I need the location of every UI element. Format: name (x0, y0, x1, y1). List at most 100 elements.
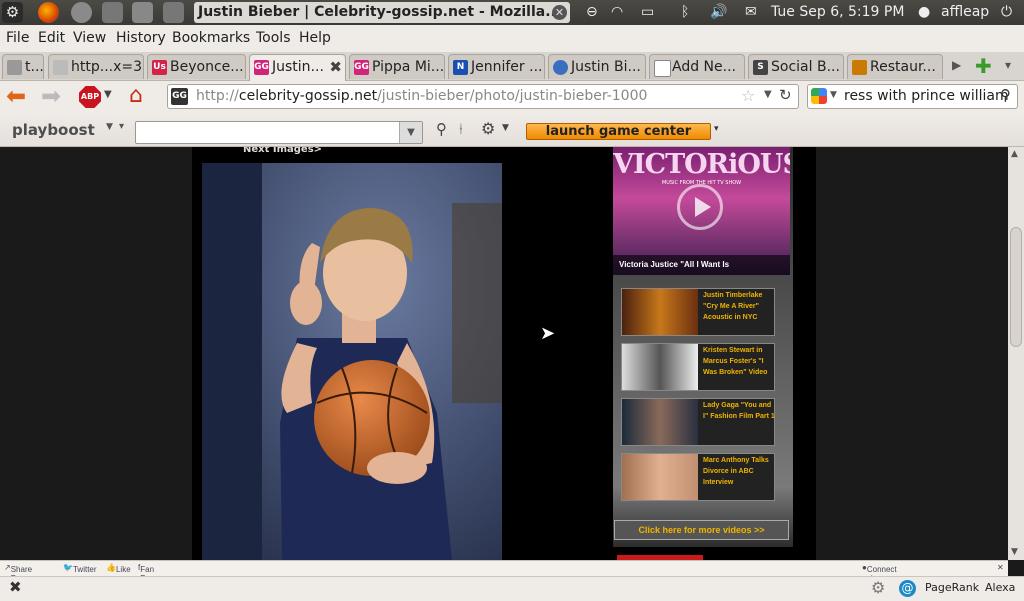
app-launcher-icon[interactable] (102, 2, 123, 23)
tab[interactable]: S Social B... (748, 54, 844, 79)
tab[interactable]: GG Pippa Mi... (349, 54, 445, 79)
adblock-icon[interactable]: ABP (79, 86, 101, 108)
firefox-launcher-icon[interactable] (38, 2, 59, 23)
tab[interactable]: Justin Bi... (548, 54, 646, 79)
twitter-link[interactable]: 🐦 Twitter (63, 563, 97, 574)
menu-file[interactable]: File (6, 30, 29, 46)
scrollbar-thumb[interactable] (1010, 227, 1022, 347)
search-engine-dropdown-icon[interactable]: ▼ (830, 90, 837, 100)
video-thumbnail (622, 454, 698, 500)
close-addon-bar-icon[interactable]: ✖ (9, 578, 22, 596)
site-identity-icon[interactable]: GG (171, 88, 188, 105)
menu-edit[interactable]: Edit (38, 30, 65, 46)
wifi-icon[interactable]: ◠ (611, 0, 623, 25)
bookmark-star-icon[interactable]: ☆ (741, 86, 755, 105)
launch-game-center-button[interactable]: launch game center (526, 123, 711, 140)
menu-bookmarks[interactable]: Bookmarks (172, 30, 250, 46)
search-input[interactable]: ress with prince william (844, 88, 1009, 104)
highlight-icon[interactable]: ⍿ (459, 120, 463, 138)
mouse-cursor-icon: ➤ (540, 323, 556, 344)
close-icon[interactable]: ✕ (552, 5, 567, 20)
new-tab-icon[interactable]: ✚ (975, 54, 992, 78)
url-history-dropdown-icon[interactable]: ▼ (764, 89, 772, 100)
bluetooth-icon[interactable]: ᛒ (681, 0, 689, 25)
close-tab-icon[interactable]: ✖ (329, 55, 342, 79)
gear-icon[interactable]: ⚙ (481, 119, 495, 138)
globe-icon (553, 60, 568, 75)
share-bar-close-icon[interactable]: ✕ (997, 563, 1004, 572)
tab-active[interactable]: GG Justin... ✖ (249, 54, 346, 81)
addon-gear-icon[interactable]: ⚙ (871, 578, 885, 597)
chevron-down-icon[interactable]: ▾ (714, 124, 719, 134)
next-images-link[interactable]: Next Images> (243, 147, 322, 155)
video-title[interactable]: Justin Timberlake "Cry Me A River" Acous… (703, 290, 775, 323)
address-bar[interactable]: GG http://celebrity-gossip.net/justin-bi… (167, 84, 799, 109)
tab[interactable]: t... (2, 54, 44, 79)
tab[interactable]: Restaur... (847, 54, 943, 79)
video-title[interactable]: Marc Anthony Talks Divorce in ABC Interv… (703, 455, 775, 488)
pagerank-label[interactable]: PageRank (925, 581, 979, 594)
celebrity-photo[interactable] (202, 163, 502, 560)
playboost-logo[interactable]: playboost (12, 121, 95, 139)
more-videos-button[interactable]: Click here for more videos >> (614, 520, 789, 540)
clock[interactable]: Tue Sep 6, 5:19 PM (771, 0, 904, 25)
text-editor-launcher-icon[interactable] (132, 2, 153, 23)
volume-icon[interactable]: 🔊 (710, 0, 727, 25)
search-dropdown-icon[interactable]: ▼ (399, 122, 422, 143)
search-icon[interactable]: ⚲ (436, 120, 447, 138)
video-list-item[interactable]: Kristen Stewart in Marcus Foster's "I Wa… (621, 343, 775, 391)
play-button-icon[interactable] (677, 184, 723, 230)
page-column: Next Images> ➤ VICTORiOUS MUSIC FROM THE… (192, 147, 816, 560)
video-list-item[interactable]: Lady Gaga "You and I" Fashion Film Part … (621, 398, 775, 446)
menu-help[interactable]: Help (299, 30, 331, 46)
settings-launcher-icon[interactable] (163, 2, 184, 23)
chevron-down-icon[interactable]: ▼ (106, 122, 113, 132)
share-page-link[interactable]: ↗ Share Page (4, 563, 32, 583)
scroll-up-arrow-icon[interactable]: ▲ (1011, 149, 1018, 159)
tab-bar: t... http...x=3 Us Beyonce... GG Justin...… (0, 52, 1024, 81)
search-icon[interactable]: ⚲ (1000, 86, 1011, 104)
fan-page-link[interactable]: f Fan Page (138, 563, 159, 583)
search-bar[interactable]: ▼ ress with prince william ⚲ (807, 84, 1018, 109)
meebo-connect-link[interactable]: ● Connect via Meebo (862, 563, 897, 592)
url-text[interactable]: http://celebrity-gossip.net/justin-biebe… (196, 88, 647, 104)
google-icon[interactable] (811, 88, 827, 104)
user-status-icon[interactable]: ● (918, 0, 930, 25)
featured-video-caption[interactable]: Victoria Justice "All I Want Is (619, 260, 729, 269)
chevron-down-icon[interactable]: ▼ (104, 89, 112, 100)
user-name[interactable]: affleap (941, 0, 989, 25)
tab[interactable]: Us Beyonce... (147, 54, 246, 79)
chevron-down-icon[interactable]: ▼ (502, 123, 509, 133)
us-weekly-icon: Us (152, 60, 167, 75)
forward-arrow-icon[interactable]: ➡ (41, 84, 61, 108)
playboost-search-input[interactable]: ▼ (135, 121, 423, 144)
vertical-scrollbar[interactable]: ▲ ▼ (1008, 147, 1024, 560)
tab[interactable]: http...x=3 (48, 54, 144, 79)
tab[interactable]: Add Ne... (649, 54, 745, 79)
mail-icon[interactable]: ✉ (745, 0, 757, 25)
menu-history[interactable]: History (116, 30, 166, 46)
battery-icon[interactable]: ▭ (641, 0, 654, 25)
back-arrow-icon[interactable]: ⬅ (6, 84, 26, 108)
at-sign-icon[interactable]: @ (899, 580, 916, 597)
chevron-down-icon[interactable]: ▾ (119, 121, 124, 132)
app-launcher-icon[interactable] (71, 2, 92, 23)
ubuntu-menu-icon[interactable]: ⚙ (2, 2, 23, 23)
alexa-label[interactable]: Alexa (985, 581, 1015, 594)
video-list-item[interactable]: Justin Timberlake "Cry Me A River" Acous… (621, 288, 775, 336)
session-icon[interactable]: ⏻ (1001, 0, 1012, 25)
home-icon[interactable]: ⌂ (129, 83, 143, 108)
like-link[interactable]: 👍 Like (106, 563, 131, 574)
featured-video[interactable]: VICTORiOUS MUSIC FROM THE HIT TV SHOW Vi… (613, 147, 790, 275)
menu-tools[interactable]: Tools (256, 30, 291, 46)
power-icon[interactable]: ⊖ (586, 0, 598, 25)
video-title[interactable]: Kristen Stewart in Marcus Foster's "I Wa… (703, 345, 775, 378)
tab[interactable]: N Jennifer ... (448, 54, 545, 79)
reload-icon[interactable]: ↻ (779, 86, 792, 104)
video-list-item[interactable]: Marc Anthony Talks Divorce in ABC Interv… (621, 453, 775, 501)
menu-view[interactable]: View (73, 30, 106, 46)
tab-scroll-right-icon[interactable]: ▶ (952, 58, 961, 72)
video-title[interactable]: Lady Gaga "You and I" Fashion Film Part … (703, 400, 775, 422)
tab-list-icon[interactable]: ▾ (1005, 58, 1011, 72)
scroll-down-arrow-icon[interactable]: ▼ (1011, 547, 1018, 557)
